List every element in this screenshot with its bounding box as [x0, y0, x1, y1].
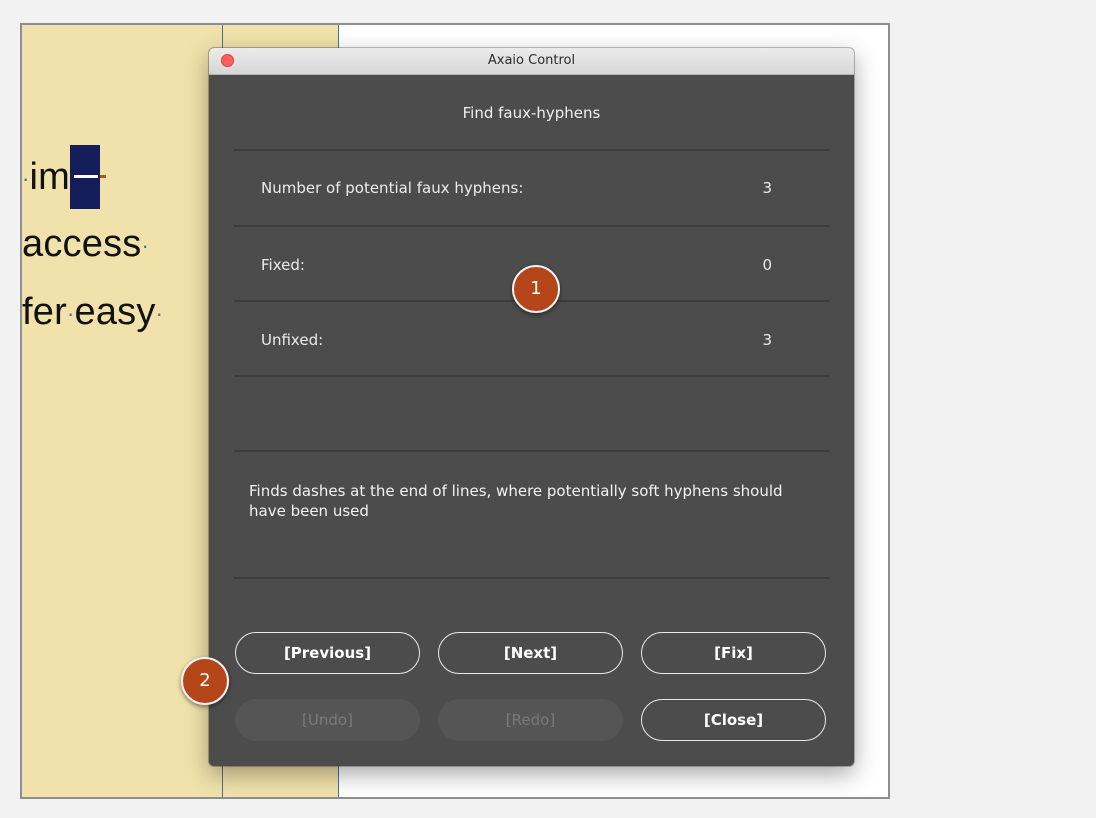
- document-line-2[interactable]: access·: [22, 223, 149, 266]
- dialog-description: Finds dashes at the end of lines, where …: [249, 482, 783, 520]
- document-word: im: [29, 156, 71, 199]
- text-caret: [100, 175, 107, 178]
- axaio-control-dialog: Axaio Control Find faux-hyphens Number o…: [209, 48, 854, 766]
- stat-label: Number of potential faux hyphens:: [261, 179, 524, 197]
- stat-value: 0: [762, 256, 772, 274]
- divider: [234, 149, 829, 151]
- dialog-title: Axaio Control: [487, 53, 576, 68]
- close-button[interactable]: [Close]: [641, 699, 826, 741]
- stat-row-fixed: Fixed: 0: [261, 256, 772, 274]
- stat-label: Unfixed:: [261, 331, 324, 349]
- divider: [234, 450, 829, 452]
- dialog-titlebar[interactable]: Axaio Control: [209, 48, 854, 75]
- hyphen-glyph: [74, 175, 99, 178]
- stat-row-potential: Number of potential faux hyphens: 3: [261, 179, 772, 197]
- dialog-heading: Find faux-hyphens: [462, 104, 601, 122]
- document-line-1[interactable]: ·im: [22, 145, 107, 211]
- redo-button: [Redo]: [438, 699, 623, 741]
- document-word: fer: [22, 291, 67, 333]
- callout-badge-2: 2: [181, 657, 229, 705]
- stat-row-unfixed: Unfixed: 3: [261, 331, 772, 349]
- document-line-3[interactable]: fer·easy·: [22, 291, 163, 334]
- stat-value: 3: [762, 331, 772, 349]
- space-marker: ·: [155, 300, 164, 326]
- stat-label: Fixed:: [261, 256, 305, 274]
- fix-button[interactable]: [Fix]: [641, 632, 826, 674]
- divider: [234, 375, 829, 377]
- document-word: easy: [74, 291, 156, 333]
- next-button[interactable]: [Next]: [438, 632, 623, 674]
- selected-hyphen[interactable]: [70, 145, 107, 209]
- stat-value: 3: [762, 179, 772, 197]
- previous-button[interactable]: [Previous]: [235, 632, 420, 674]
- divider: [234, 577, 829, 579]
- space-marker: ·: [22, 166, 30, 191]
- undo-button: [Undo]: [235, 699, 420, 741]
- divider: [234, 225, 829, 227]
- document-word: access: [22, 223, 142, 265]
- callout-badge-1: 1: [512, 265, 560, 313]
- space-marker: ·: [141, 232, 149, 258]
